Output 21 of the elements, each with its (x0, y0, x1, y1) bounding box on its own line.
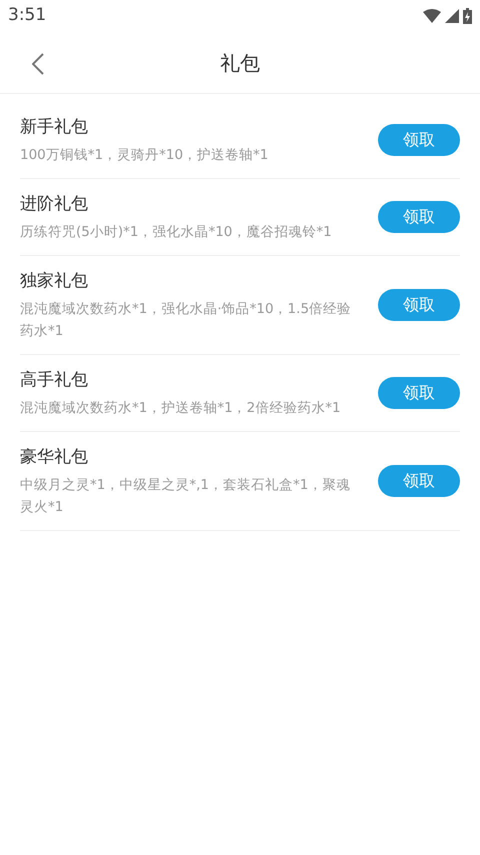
gift-contents: 历练符咒(5小时)*1，强化水晶*10，魔谷招魂铃*1 (20, 223, 333, 242)
signal-icon (445, 9, 459, 23)
claim-button[interactable]: 领取 (378, 124, 460, 156)
back-icon (32, 53, 44, 75)
gift-name: 高手礼包 (20, 369, 89, 392)
page-title: 礼包 (220, 50, 260, 76)
gift-name: 进阶礼包 (20, 193, 89, 216)
claim-button[interactable]: 领取 (378, 377, 460, 409)
status-time: 3:51 (8, 4, 46, 28)
claim-button[interactable]: 领取 (378, 465, 460, 497)
gift-name: 豪华礼包 (20, 446, 89, 469)
battery-icon (463, 8, 472, 24)
gift-contents: 混沌魔域次数药水*1，护送卷轴*1，2倍经验药水*1 (20, 399, 342, 418)
wifi-icon (423, 9, 441, 23)
gift-contents: 中级月之灵*1，中级星之灵*,1，套装石礼盒*1，聚魂灵火*1 (20, 476, 352, 517)
gift-name: 新手礼包 (20, 116, 89, 139)
gift-contents: 100万铜钱*1，灵骑丹*10，护送卷轴*1 (20, 146, 270, 165)
gift-name: 独家礼包 (20, 270, 89, 293)
claim-button[interactable]: 领取 (378, 289, 460, 321)
claim-button[interactable]: 领取 (378, 201, 460, 233)
gift-contents: 混沌魔域次数药水*1，强化水晶·饰品*10，1.5倍经验药水*1 (20, 300, 352, 341)
